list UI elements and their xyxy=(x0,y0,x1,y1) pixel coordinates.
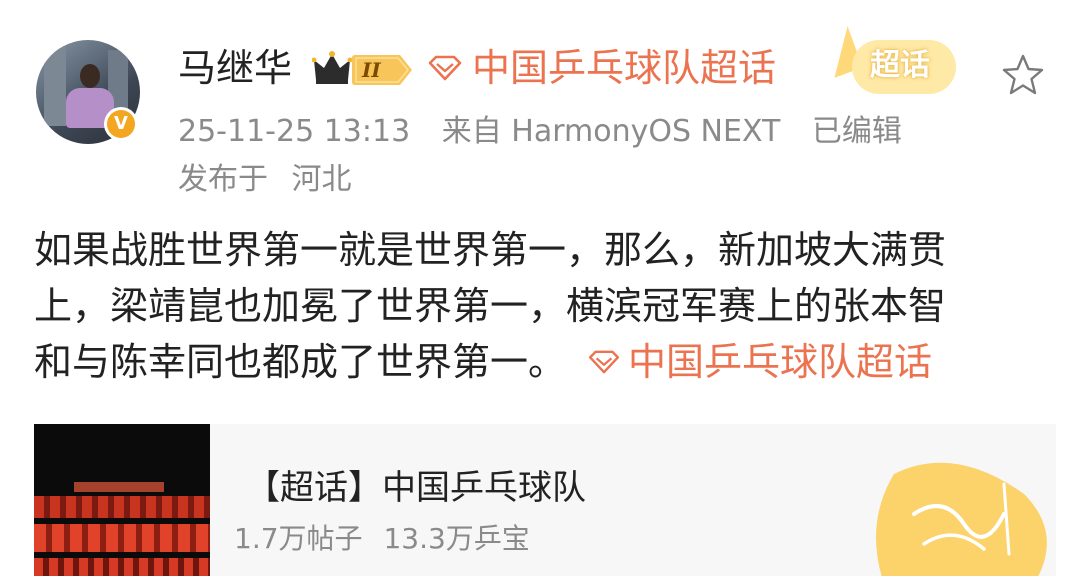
location-value: 河北 xyxy=(291,162,352,197)
avatar-building xyxy=(44,46,66,126)
thumb-crowd xyxy=(34,558,210,576)
supertopic-link[interactable]: 中国乒乓球队超话 xyxy=(426,44,776,92)
card-posts-count: 1.7万帖子 xyxy=(234,522,363,555)
post-text-line: 上，梁靖崑也加冕了世界第一，横滨冠军赛上的张本智 xyxy=(34,284,947,328)
thumb-crowd xyxy=(34,496,210,518)
username[interactable]: 马继华 xyxy=(178,44,292,92)
post-body: 如果战胜世界第一就是世界第一，那么，新加坡大满贯 上，梁靖崑也加冕了世界第一，横… xyxy=(34,222,1054,390)
supertopic-thumbnail xyxy=(34,424,210,576)
inline-supertopic-label: 中国乒乓球队超话 xyxy=(628,340,933,384)
sticker-text: 超话 xyxy=(870,48,930,83)
post-source: 来自 HarmonyOS NEXT xyxy=(441,114,781,149)
level-badge-text: II xyxy=(362,58,381,82)
card-decoration-graphic xyxy=(876,462,1047,576)
avatar-person-head xyxy=(80,64,100,88)
card-fans-count: 13.3万乒宝 xyxy=(383,522,530,555)
crown-icon xyxy=(312,51,352,84)
post-text-line-last: 和与陈幸同也都成了世界第一。 中国乒乓球队超话 xyxy=(34,334,1054,390)
thumb-stage-light xyxy=(74,482,164,492)
supertopic-sticker[interactable]: 超话 xyxy=(819,24,960,100)
star-icon[interactable] xyxy=(1000,52,1046,98)
supertopic-diamond-icon xyxy=(428,55,462,81)
thumb-crowd xyxy=(34,524,210,552)
supertopic-label: 中国乒乓球队超话 xyxy=(472,46,777,90)
supertopic-card[interactable]: 【超话】中国乒乓球队 1.7万帖子 13.3万乒宝 xyxy=(34,424,1056,576)
weibo-post: V 马继华 II 中国乒乓球队超话 超话 25-11-25 13:13 来自 H… xyxy=(0,0,1080,576)
post-location: 发布于 河北 xyxy=(178,160,352,200)
card-title: 【超话】中国乒乓球队 xyxy=(246,468,586,508)
post-meta: 25-11-25 13:13 来自 HarmonyOS NEXT 已编辑 xyxy=(178,112,902,152)
inline-supertopic-link[interactable]: 中国乒乓球队超话 xyxy=(566,334,932,390)
supertopic-diamond-icon xyxy=(588,350,620,374)
location-prefix: 发布于 xyxy=(178,162,268,197)
card-stats: 1.7万帖子 13.3万乒宝 xyxy=(234,520,530,558)
level-badge[interactable]: II xyxy=(352,55,414,85)
post-text-line: 和与陈幸同也都成了世界第一。 xyxy=(34,340,567,384)
post-timestamp: 25-11-25 13:13 xyxy=(178,114,411,149)
post-text-line: 如果战胜世界第一就是世界第一，那么，新加坡大满贯 xyxy=(34,228,947,272)
verified-v-icon: V xyxy=(104,107,138,141)
edited-label[interactable]: 已编辑 xyxy=(812,114,902,149)
